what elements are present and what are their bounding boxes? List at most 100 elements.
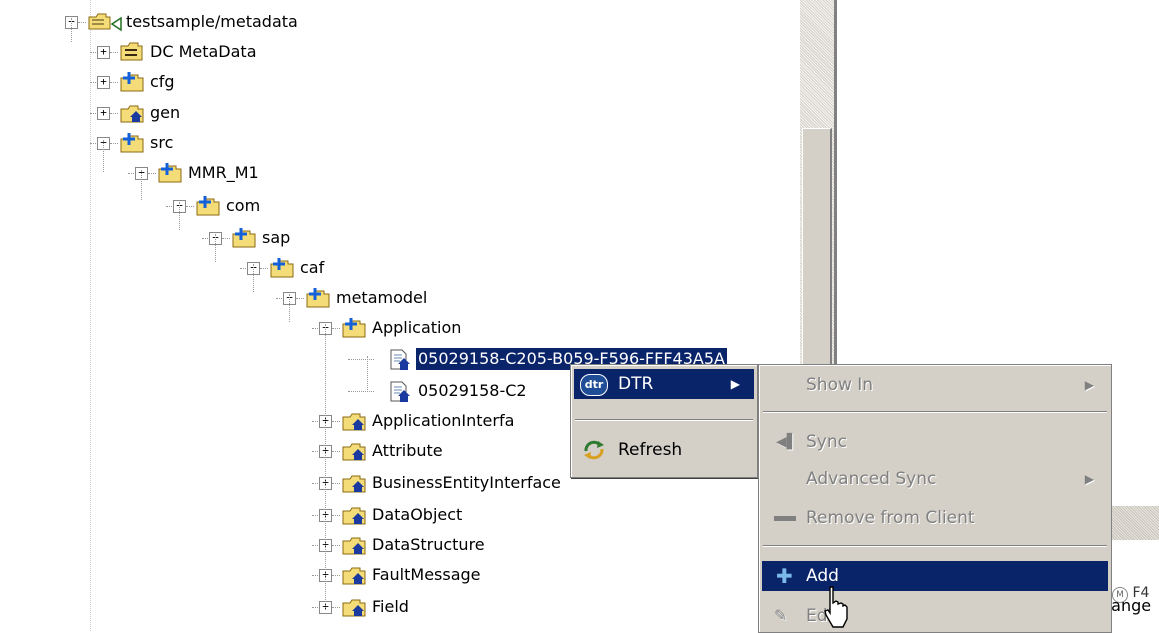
tree-node[interactable]: − caf	[0, 254, 800, 284]
tree-connector	[110, 82, 118, 83]
file-home-icon	[388, 381, 412, 402]
tree-node-label[interactable]: sap	[260, 227, 292, 249]
tree-connector	[332, 451, 340, 452]
submenu-item-show-in[interactable]: Show In ▶	[762, 370, 1108, 400]
tree-node[interactable]: + cfg	[0, 68, 800, 98]
menu-separator	[763, 545, 1107, 547]
submenu-arrow-icon: ▶	[730, 377, 740, 391]
tree-node-label[interactable]: 05029158-C2	[416, 380, 529, 402]
tree-node[interactable]: + FaultMessage	[0, 561, 800, 591]
menu-item-refresh[interactable]: Refresh	[574, 435, 754, 465]
tree-vertical-connector	[325, 324, 326, 610]
tree-node[interactable]: − Application	[0, 314, 800, 344]
tree-node[interactable]: + Field	[0, 593, 800, 623]
tree-connector	[332, 515, 340, 516]
edit-icon: ✎	[774, 606, 788, 625]
tree-node[interactable]: − sap	[0, 224, 800, 254]
folder-plus-icon	[158, 163, 182, 183]
tree-node-label[interactable]: FaultMessage	[370, 564, 483, 586]
tree-vertical-connector	[103, 140, 104, 172]
tree-node-label[interactable]: gen	[148, 102, 182, 124]
folder-home-icon	[342, 597, 366, 617]
submenu-item-advanced-sync-label: Advanced Sync	[806, 469, 937, 489]
folder-home-icon	[342, 505, 366, 525]
tree-node[interactable]: − metamodel	[0, 284, 800, 314]
tree-node-label[interactable]: cfg	[148, 71, 177, 93]
tree-node-label[interactable]: DataObject	[370, 504, 464, 526]
tree-connector	[332, 483, 340, 484]
tree-vertical-connector	[141, 170, 142, 200]
folder-home-icon	[342, 535, 366, 555]
tree-connector	[332, 575, 340, 576]
folder-plus-icon	[120, 133, 144, 153]
folder-home-icon	[342, 473, 366, 493]
tree-node-label[interactable]: caf	[298, 257, 326, 279]
tree-node-label[interactable]: BusinessEntityInterface	[370, 472, 563, 494]
tree-connector	[332, 328, 340, 329]
expand-toggle-icon[interactable]: +	[97, 107, 110, 120]
tree-vertical-connector	[367, 356, 368, 392]
add-icon: ✚	[776, 564, 793, 588]
tree-node[interactable]: − testsample/metadata	[0, 8, 800, 38]
tree-connector	[78, 22, 86, 23]
folder-plus-icon	[342, 318, 366, 338]
tree-vertical-connector	[71, 18, 72, 42]
tree-node[interactable]: + DataObject	[0, 501, 800, 531]
submenu-item-show-in-label: Show In	[806, 375, 874, 395]
tree-vertical-connector	[179, 202, 180, 230]
tree-connector	[332, 607, 340, 608]
tree-node-label[interactable]: Application	[370, 317, 463, 339]
submenu-item-add[interactable]: ✚ Add	[762, 561, 1108, 591]
menu-item-dtr[interactable]: dtr DTR ▶	[574, 369, 754, 399]
dtr-submenu: Show In ▶ ◀▌ Sync Advanced Sync ▶ Remove…	[758, 364, 1112, 633]
tree-node-label[interactable]: MMR_M1	[186, 162, 261, 184]
tree-connector	[332, 421, 340, 422]
expand-toggle-icon[interactable]: +	[97, 76, 110, 89]
submenu-item-edit[interactable]: ✎ Edit	[762, 601, 1108, 631]
submenu-item-remove-from-client[interactable]: Remove from Client	[762, 503, 1108, 533]
folder-plus-icon	[306, 288, 330, 308]
tree-node-label[interactable]: src	[148, 132, 175, 154]
tree-vertical-connector	[215, 234, 216, 262]
project-icon	[88, 12, 122, 32]
sync-icon: ◀▌	[776, 434, 798, 450]
tree-connector	[110, 52, 118, 53]
tree-node-label[interactable]: com	[224, 195, 262, 217]
tree-node-label[interactable]: DC MetaData	[148, 41, 259, 63]
package-explorer-tree: − testsample/metadata + DC MetaData + cfg + gen…	[0, 0, 800, 631]
tree-connector	[110, 113, 118, 114]
tree-node[interactable]: + DataStructure	[0, 531, 800, 561]
tree-connector	[148, 173, 156, 174]
menu-item-dtr-label: DTR	[618, 374, 654, 394]
tree-vertical-connector	[253, 264, 254, 292]
mouse-cursor-icon	[824, 586, 848, 628]
dtr-icon: dtr	[580, 374, 608, 396]
submenu-arrow-icon: ▶	[1084, 472, 1094, 486]
tree-node-label[interactable]: ApplicationInterfa	[370, 410, 516, 432]
submenu-item-sync-label: Sync	[806, 432, 847, 452]
context-menu: dtr DTR ▶ Refresh	[570, 364, 758, 478]
tree-connector	[186, 206, 194, 207]
folder-plus-icon	[270, 258, 294, 278]
folder-plus-icon	[196, 196, 220, 216]
tree-node[interactable]: − MMR_M1	[0, 159, 800, 189]
expand-toggle-icon[interactable]: +	[97, 46, 110, 59]
tree-connector	[222, 238, 230, 239]
tree-connector	[110, 143, 118, 144]
submenu-arrow-icon: ▶	[1084, 378, 1094, 392]
tree-node[interactable]: − com	[0, 192, 800, 222]
submenu-item-sync[interactable]: ◀▌ Sync	[762, 427, 1108, 457]
tree-node-label[interactable]: DataStructure	[370, 534, 487, 556]
menu-separator	[575, 419, 753, 421]
folder-home-icon	[342, 565, 366, 585]
tree-node-label[interactable]: Attribute	[370, 440, 445, 462]
tree-node[interactable]: + gen	[0, 99, 800, 129]
tree-node-label[interactable]: Field	[370, 596, 411, 618]
tree-node-label[interactable]: testsample/metadata	[124, 11, 300, 33]
tree-vertical-connector	[289, 294, 290, 322]
tree-node[interactable]: + DC MetaData	[0, 38, 800, 68]
tree-node-label[interactable]: metamodel	[334, 287, 429, 309]
folder-home-icon	[120, 103, 144, 123]
submenu-item-advanced-sync[interactable]: Advanced Sync ▶	[762, 464, 1108, 494]
tree-node[interactable]: − src	[0, 129, 800, 159]
